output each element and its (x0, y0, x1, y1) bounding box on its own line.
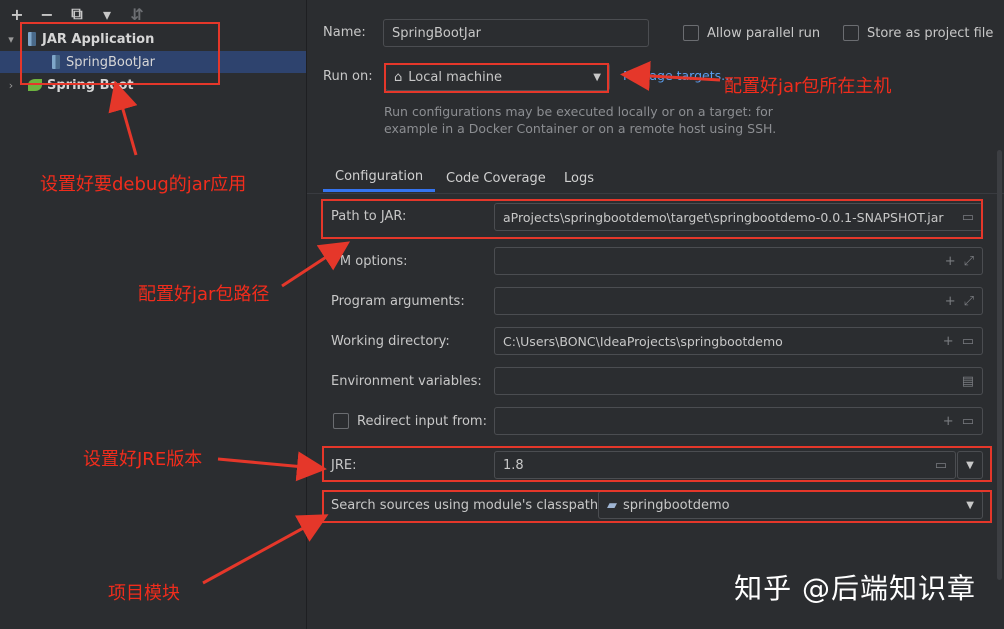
program-arguments-input[interactable]: + ⤢ (494, 287, 983, 315)
edit-list-icon[interactable]: ▤ (962, 374, 974, 389)
run-on-description: Run configurations may be executed local… (384, 104, 777, 136)
chevron-right-icon[interactable]: › (4, 79, 18, 92)
allow-parallel-checkbox[interactable]: Allow parallel run (683, 25, 820, 41)
redirect-input-field[interactable]: + ▭ (494, 407, 983, 435)
tab-code-coverage[interactable]: Code Coverage (434, 164, 558, 192)
annotation-box-jar-app (20, 22, 220, 85)
manage-targets-link[interactable]: Manage targets... (623, 68, 733, 83)
chevron-down-icon[interactable]: ▾ (4, 33, 18, 46)
program-arguments-label: Program arguments: (331, 294, 465, 309)
configuration-panel: Name: SpringBootJar Allow parallel run S… (307, 0, 1004, 629)
new-folder-icon[interactable]: ▾ (96, 4, 118, 24)
plus-icon[interactable]: + (945, 294, 956, 309)
vm-options-input[interactable]: + ⤢ (494, 247, 983, 275)
tab-configuration[interactable]: Configuration (323, 164, 436, 192)
environment-variables-input[interactable]: ▤ (494, 367, 983, 395)
folder-icon[interactable]: ▭ (962, 414, 974, 429)
tab-divider (307, 193, 1004, 194)
environment-variables-label: Environment variables: (331, 374, 482, 389)
annotation-box-run-on (384, 63, 609, 93)
annotation-box-path (321, 199, 983, 239)
plus-icon[interactable]: + (945, 254, 956, 269)
annotation-host: 配置好jar包所在主机 (724, 76, 892, 97)
working-directory-input[interactable]: C:\Users\BONC\IdeaProjects\springbootdem… (494, 327, 983, 355)
annotation-debug-app: 设置好要debug的jar应用 (40, 174, 247, 195)
store-project-checkbox[interactable]: Store as project file (843, 25, 993, 41)
redirect-input-label: Redirect input from: (357, 413, 487, 429)
annotation-box-module (322, 490, 992, 523)
remove-icon[interactable]: − (36, 4, 58, 24)
copy-icon[interactable]: ⧉ (66, 4, 88, 24)
tab-logs[interactable]: Logs (552, 164, 606, 192)
expand-icon[interactable]: ⤢ (964, 254, 974, 269)
scrollbar[interactable] (997, 150, 1002, 580)
expand-icon[interactable]: ⤢ (964, 294, 974, 309)
working-directory-label: Working directory: (331, 334, 450, 349)
annotation-box-jre (322, 446, 992, 482)
configurations-sidebar: + − ⧉ ▾ ⇵ ▾ JAR Application SpringBootJa… (0, 0, 307, 629)
store-project-label: Store as project file (867, 25, 994, 41)
vm-options-label: VM options: (331, 254, 408, 269)
name-label: Name: (323, 25, 366, 40)
plus-icon[interactable]: + (943, 334, 954, 349)
allow-parallel-label: Allow parallel run (707, 25, 821, 41)
annotation-jre: 设置好JRE版本 (83, 449, 203, 470)
checkbox-box[interactable] (683, 25, 699, 41)
checkbox-box[interactable] (843, 25, 859, 41)
run-on-label: Run on: (323, 69, 373, 84)
name-input[interactable]: SpringBootJar (383, 19, 649, 47)
annotation-module: 项目模块 (108, 583, 180, 604)
annotation-jar-path: 配置好jar包路径 (138, 284, 270, 305)
checkbox-box[interactable] (333, 413, 349, 429)
folder-icon[interactable]: ▭ (962, 334, 974, 349)
redirect-input-checkbox[interactable]: Redirect input from: (333, 413, 487, 429)
watermark: 知乎 @后端知识章 (734, 572, 976, 605)
sort-icon[interactable]: ⇵ (126, 4, 148, 24)
add-icon[interactable]: + (6, 4, 28, 24)
plus-icon[interactable]: + (943, 414, 954, 429)
